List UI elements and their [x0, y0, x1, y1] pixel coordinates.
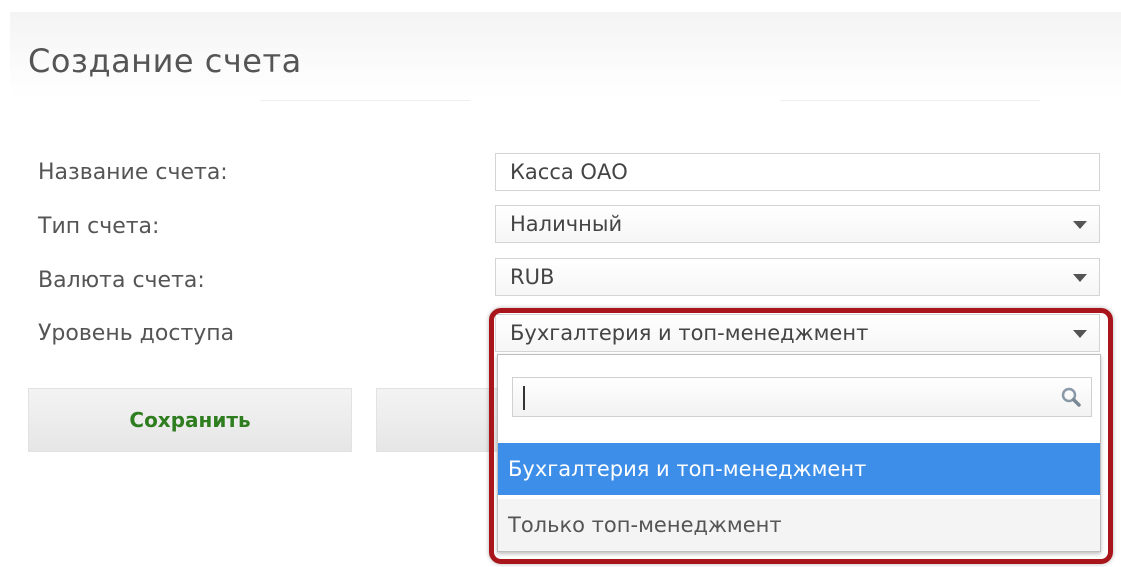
- header-divider-left: [260, 100, 470, 101]
- account-type-select[interactable]: Наличный: [495, 205, 1100, 243]
- chevron-down-icon: [1073, 221, 1087, 229]
- header-divider-right: [780, 100, 1040, 101]
- cancel-button[interactable]: [376, 388, 506, 452]
- currency-value: RUB: [510, 265, 555, 289]
- access-level-label: Уровень доступа: [38, 321, 235, 346]
- currency-label: Валюта счета:: [38, 268, 205, 293]
- currency-select[interactable]: RUB: [495, 258, 1100, 296]
- account-name-input[interactable]: Касса ОАО: [495, 153, 1100, 191]
- account-name-label: Название счета:: [38, 160, 228, 185]
- account-type-value: Наличный: [510, 212, 623, 236]
- save-button[interactable]: Сохранить: [28, 388, 352, 452]
- page-header: Создание счета: [10, 12, 1121, 112]
- account-name-value: Касса ОАО: [510, 160, 628, 184]
- highlight-frame: [489, 308, 1113, 564]
- page-title: Создание счета: [28, 42, 302, 80]
- account-creation-page: Создание счета Название счета: Касса ОАО…: [0, 0, 1121, 567]
- account-type-label: Тип счета:: [38, 214, 160, 239]
- chevron-down-icon: [1073, 274, 1087, 282]
